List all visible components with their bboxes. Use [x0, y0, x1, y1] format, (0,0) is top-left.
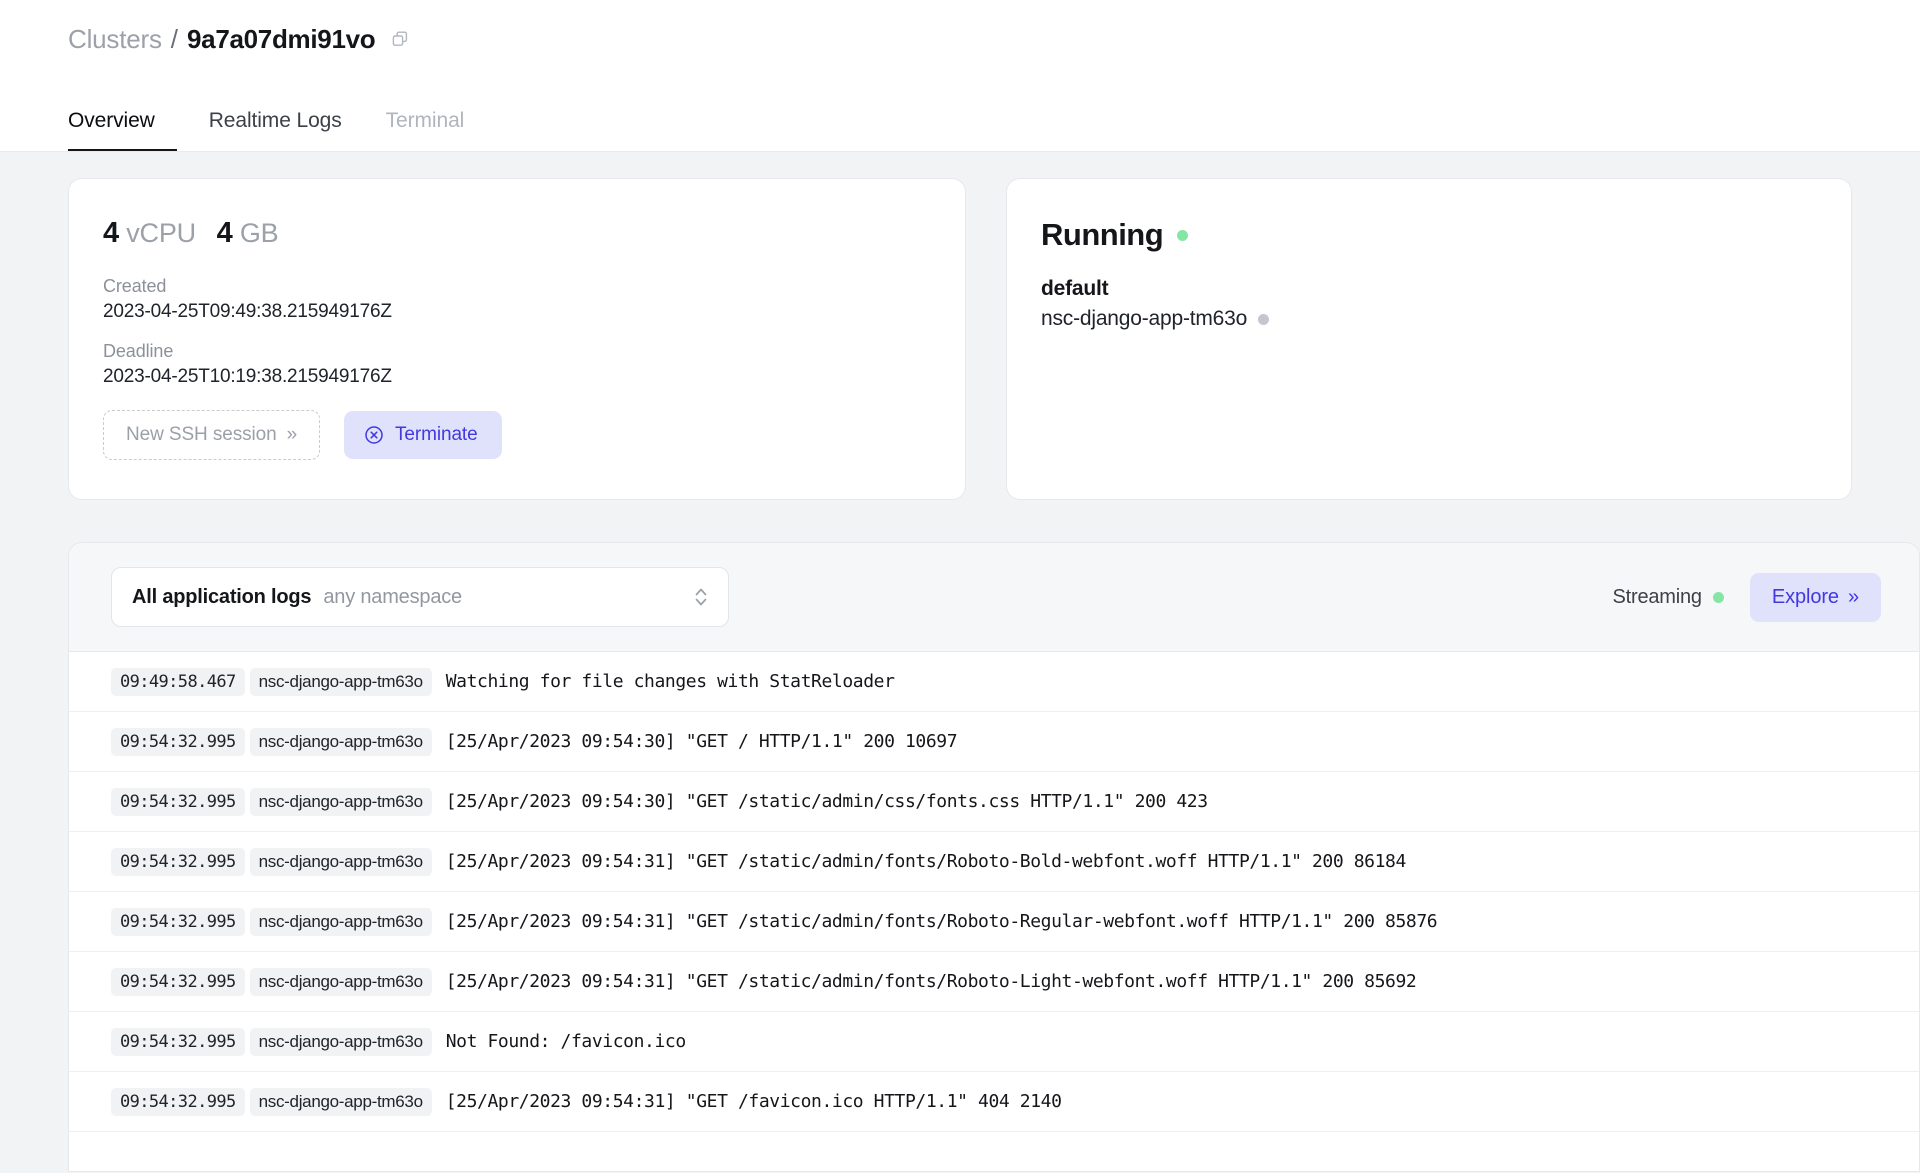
log-pod-name: nsc-django-app-tm63o: [249, 727, 432, 756]
breadcrumb-parent-link[interactable]: Clusters: [68, 24, 162, 55]
log-timestamp: 09:54:32.995: [111, 847, 245, 876]
log-timestamp: 09:54:32.995: [111, 1027, 245, 1056]
streaming-label: Streaming: [1612, 585, 1702, 608]
log-message: Not Found: /favicon.ico: [445, 1031, 686, 1052]
logs-toolbar-right: Streaming Explore »: [1612, 572, 1891, 622]
deadline-value: 2023-04-25T10:19:38.215949176Z: [103, 366, 392, 387]
log-row[interactable]: 09:54:32.995 nsc-django-app-tm63o [25/Apr/…: [69, 952, 1919, 1012]
terminate-label: Terminate: [395, 424, 478, 445]
log-pod-name: nsc-django-app-tm63o: [249, 1087, 432, 1116]
log-filter-selected-value: All application logs: [132, 585, 312, 608]
log-filter-scope: any namespace: [323, 585, 462, 608]
cluster-status-card: Running default nsc-django-app-tm63o: [1006, 178, 1852, 500]
status-badge-dot: [1177, 229, 1189, 241]
chevron-up-down-icon: [692, 584, 710, 610]
log-row[interactable]: 09:54:32.995 nsc-django-app-tm63o Not Foun…: [69, 1012, 1919, 1072]
log-timestamp: 09:54:32.995: [111, 787, 245, 816]
log-pod-name: nsc-django-app-tm63o: [249, 967, 432, 996]
logs-card: All application logs any namespace Strea…: [68, 542, 1920, 1172]
log-message: [25/Apr/2023 09:54:31] "GET /favicon.ico…: [445, 1091, 1062, 1112]
log-row[interactable]: 09:54:32.995 nsc-django-app-tm63o [25/Apr/…: [69, 712, 1919, 772]
log-timestamp: 09:54:32.995: [111, 907, 245, 936]
main-content: 4 vCPU 4 GB Created 2023-04-25T09:49:38.…: [0, 152, 1920, 1173]
status-heading: Running: [1041, 217, 1817, 253]
log-pod-name: nsc-django-app-tm63o: [249, 787, 432, 816]
vcpu-count: 4: [103, 217, 119, 249]
log-message: [25/Apr/2023 09:54:31] "GET /static/admi…: [445, 911, 1438, 932]
log-message: Watching for file changes with StatReloa…: [445, 671, 895, 692]
breadcrumb-separator: /: [170, 23, 178, 54]
tab-bar: Overview Realtime Logs Terminal: [68, 109, 486, 152]
tab-overview[interactable]: Overview: [68, 109, 177, 152]
log-row-list: 09:49:58.467 nsc-django-app-tm63o Watching…: [69, 652, 1919, 1132]
log-row[interactable]: 09:49:58.467 nsc-django-app-tm63o Watching…: [69, 652, 1919, 712]
deadline-label: Deadline: [103, 341, 174, 361]
page-header: Clusters / 9a7a07dmi91vo Overview Realti…: [0, 0, 1920, 152]
terminate-button[interactable]: Terminate: [344, 411, 502, 459]
summary-cards-row: 4 vCPU 4 GB Created 2023-04-25T09:49:38.…: [0, 178, 1920, 500]
log-pod-name: nsc-django-app-tm63o: [249, 907, 432, 936]
streaming-status-dot: [1712, 591, 1724, 603]
created-value: 2023-04-25T09:49:38.215949176Z: [103, 301, 392, 322]
log-pod-name: nsc-django-app-tm63o: [249, 847, 432, 876]
log-row[interactable]: 09:54:32.995 nsc-django-app-tm63o [25/Apr/…: [69, 772, 1919, 832]
log-timestamp: 09:49:58.467: [111, 667, 245, 696]
log-message: [25/Apr/2023 09:54:31] "GET /static/admi…: [445, 851, 1407, 872]
log-timestamp: 09:54:32.995: [111, 967, 245, 996]
cluster-specs: 4 vCPU 4 GB: [103, 217, 931, 250]
namespace-name: default: [1041, 277, 1109, 300]
pod-name: nsc-django-app-tm63o: [1041, 307, 1248, 330]
log-timestamp: 09:54:32.995: [111, 1087, 245, 1116]
new-ssh-session-label: New SSH session: [126, 424, 277, 445]
log-row[interactable]: 09:54:32.995 nsc-django-app-tm63o [25/Apr/…: [69, 1072, 1919, 1132]
pod-status-dot: [1258, 313, 1270, 325]
log-message: [25/Apr/2023 09:54:31] "GET /static/admi…: [445, 971, 1417, 992]
log-message: [25/Apr/2023 09:54:30] "GET /static/admi…: [445, 791, 1208, 812]
status-label: Running: [1041, 217, 1164, 252]
chevron-double-right-icon: »: [286, 424, 298, 445]
pod-row: nsc-django-app-tm63o: [1041, 307, 1817, 331]
memory-label: GB: [239, 218, 279, 248]
explore-label: Explore: [1771, 585, 1839, 608]
memory-count: 4: [216, 217, 233, 249]
tab-realtime-logs[interactable]: Realtime Logs: [187, 109, 364, 152]
circle-x-icon: [364, 425, 384, 445]
created-label: Created: [103, 276, 167, 296]
log-row[interactable]: 09:54:32.995 nsc-django-app-tm63o [25/Apr/…: [69, 892, 1919, 952]
copy-icon[interactable]: [390, 29, 410, 49]
vcpu-label: vCPU: [126, 218, 196, 248]
tab-terminal[interactable]: Terminal: [364, 109, 487, 152]
streaming-status: Streaming: [1612, 585, 1724, 609]
log-filter-select[interactable]: All application logs any namespace: [111, 567, 729, 627]
log-message: [25/Apr/2023 09:54:30] "GET / HTTP/1.1" …: [445, 731, 958, 752]
log-pod-name: nsc-django-app-tm63o: [249, 667, 432, 696]
new-ssh-session-button[interactable]: New SSH session »: [103, 410, 321, 460]
log-timestamp: 09:54:32.995: [111, 727, 245, 756]
log-pod-name: nsc-django-app-tm63o: [249, 1027, 432, 1056]
chevron-double-right-icon: »: [1847, 585, 1859, 608]
breadcrumb: Clusters / 9a7a07dmi91vo: [68, 0, 1920, 60]
log-row[interactable]: 09:54:32.995 nsc-django-app-tm63o [25/Apr/…: [69, 832, 1919, 892]
cluster-actions: New SSH session » Terminate: [103, 410, 931, 460]
breadcrumb-current-cluster-id: 9a7a07dmi91vo: [187, 23, 376, 54]
explore-button[interactable]: Explore »: [1749, 572, 1881, 622]
cluster-info-card: 4 vCPU 4 GB Created 2023-04-25T09:49:38.…: [68, 178, 966, 500]
logs-toolbar: All application logs any namespace Strea…: [69, 543, 1919, 652]
